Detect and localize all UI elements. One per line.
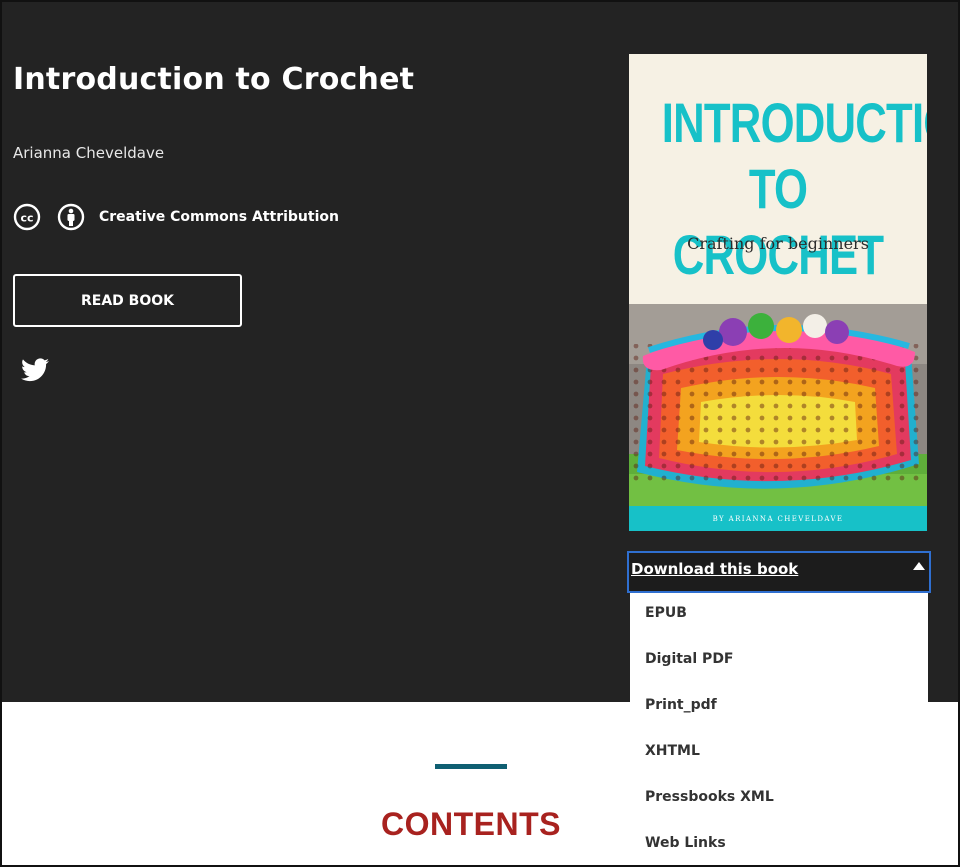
cover-byline: BY ARIANNA CHEVELDAVE [629,506,927,531]
download-menu: EPUB Digital PDF Print_pdf XHTML Pressbo… [630,593,928,865]
download-option-digital-pdf[interactable]: Digital PDF [645,651,734,667]
attribution-icon[interactable] [57,203,85,231]
download-book-toggle[interactable]: Download this book [627,551,931,593]
svg-text:cc: cc [20,212,33,225]
download-book-label[interactable]: Download this book [631,560,798,578]
download-option-print-pdf[interactable]: Print_pdf [645,697,717,713]
book-author: Arianna Cheveldave [13,144,165,162]
cc-icon[interactable]: cc [13,203,41,231]
caret-up-icon [913,562,925,570]
section-divider [435,764,507,769]
read-book-button[interactable]: READ BOOK [13,274,242,327]
book-cover: INTRODUCTION TO CROCHET Crafting for beg… [629,54,927,531]
book-title: Introduction to Crochet [13,62,415,97]
crochet-basket-image [629,304,927,506]
download-option-epub[interactable]: EPUB [645,605,687,621]
twitter-icon[interactable] [21,358,49,382]
download-option-pressbooks-xml[interactable]: Pressbooks XML [645,789,774,805]
download-option-xhtml[interactable]: XHTML [645,743,700,759]
license-block: cc Creative Commons Attribution [13,203,339,231]
cover-subtitle: Crafting for beginners [687,234,869,253]
contents-heading: CONTENTS [381,806,561,842]
cover-title: INTRODUCTION TO CROCHET [661,91,927,286]
license-label[interactable]: Creative Commons Attribution [99,209,339,225]
download-option-web-links[interactable]: Web Links [645,835,726,851]
page-frame: Introduction to Crochet Arianna Chevelda… [0,0,960,867]
